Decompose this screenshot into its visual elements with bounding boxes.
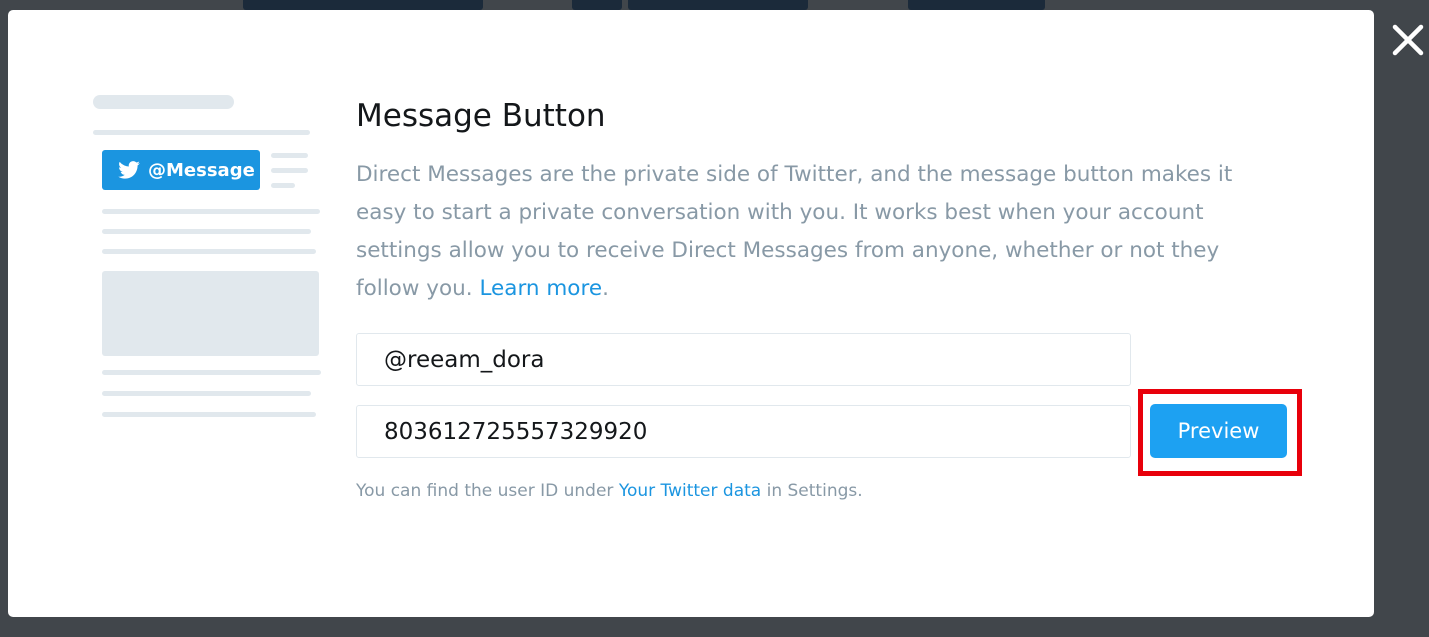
preview-button[interactable]: Preview <box>1150 404 1287 458</box>
dialog-description: Direct Messages are the private side of … <box>356 156 1256 308</box>
hint-suffix: in Settings. <box>766 481 863 501</box>
illustration-placeholder-line <box>271 168 308 173</box>
description-period: . <box>602 276 609 301</box>
background-tab <box>243 0 483 10</box>
illustration-placeholder-line <box>102 229 311 234</box>
illustration-placeholder-line <box>93 95 234 109</box>
illustration-placeholder-line <box>102 391 311 396</box>
hint-prefix: You can find the user ID under <box>356 481 614 501</box>
background-tab <box>572 0 622 10</box>
illustration-placeholder-line <box>102 370 321 375</box>
illustration-placeholder-line <box>271 183 295 188</box>
learn-more-link[interactable]: Learn more <box>479 276 602 301</box>
message-button-illustration: @Message <box>93 95 323 425</box>
background-tab <box>908 0 1045 10</box>
illustration-button-label: @Message <box>148 159 255 181</box>
background-tab <box>628 0 808 10</box>
illustration-message-button: @Message <box>102 150 260 190</box>
twitter-bird-icon <box>118 161 140 179</box>
user-id-input[interactable] <box>356 405 1131 458</box>
close-x-glyph <box>1392 24 1424 56</box>
illustration-media-placeholder <box>102 271 319 356</box>
illustration-placeholder-line <box>271 153 308 158</box>
message-button-dialog: @Message Message Button Direct Messages … <box>8 10 1374 617</box>
illustration-placeholder-line <box>93 130 310 135</box>
screen-name-input[interactable] <box>356 333 1131 386</box>
user-id-hint: You can find the user ID under Your Twit… <box>356 481 863 501</box>
twitter-data-link[interactable]: Your Twitter data <box>619 481 761 501</box>
dialog-title: Message Button <box>356 98 606 134</box>
illustration-placeholder-line <box>102 209 320 214</box>
illustration-placeholder-line <box>102 249 316 254</box>
close-icon[interactable] <box>1390 22 1428 60</box>
illustration-placeholder-line <box>102 412 316 417</box>
